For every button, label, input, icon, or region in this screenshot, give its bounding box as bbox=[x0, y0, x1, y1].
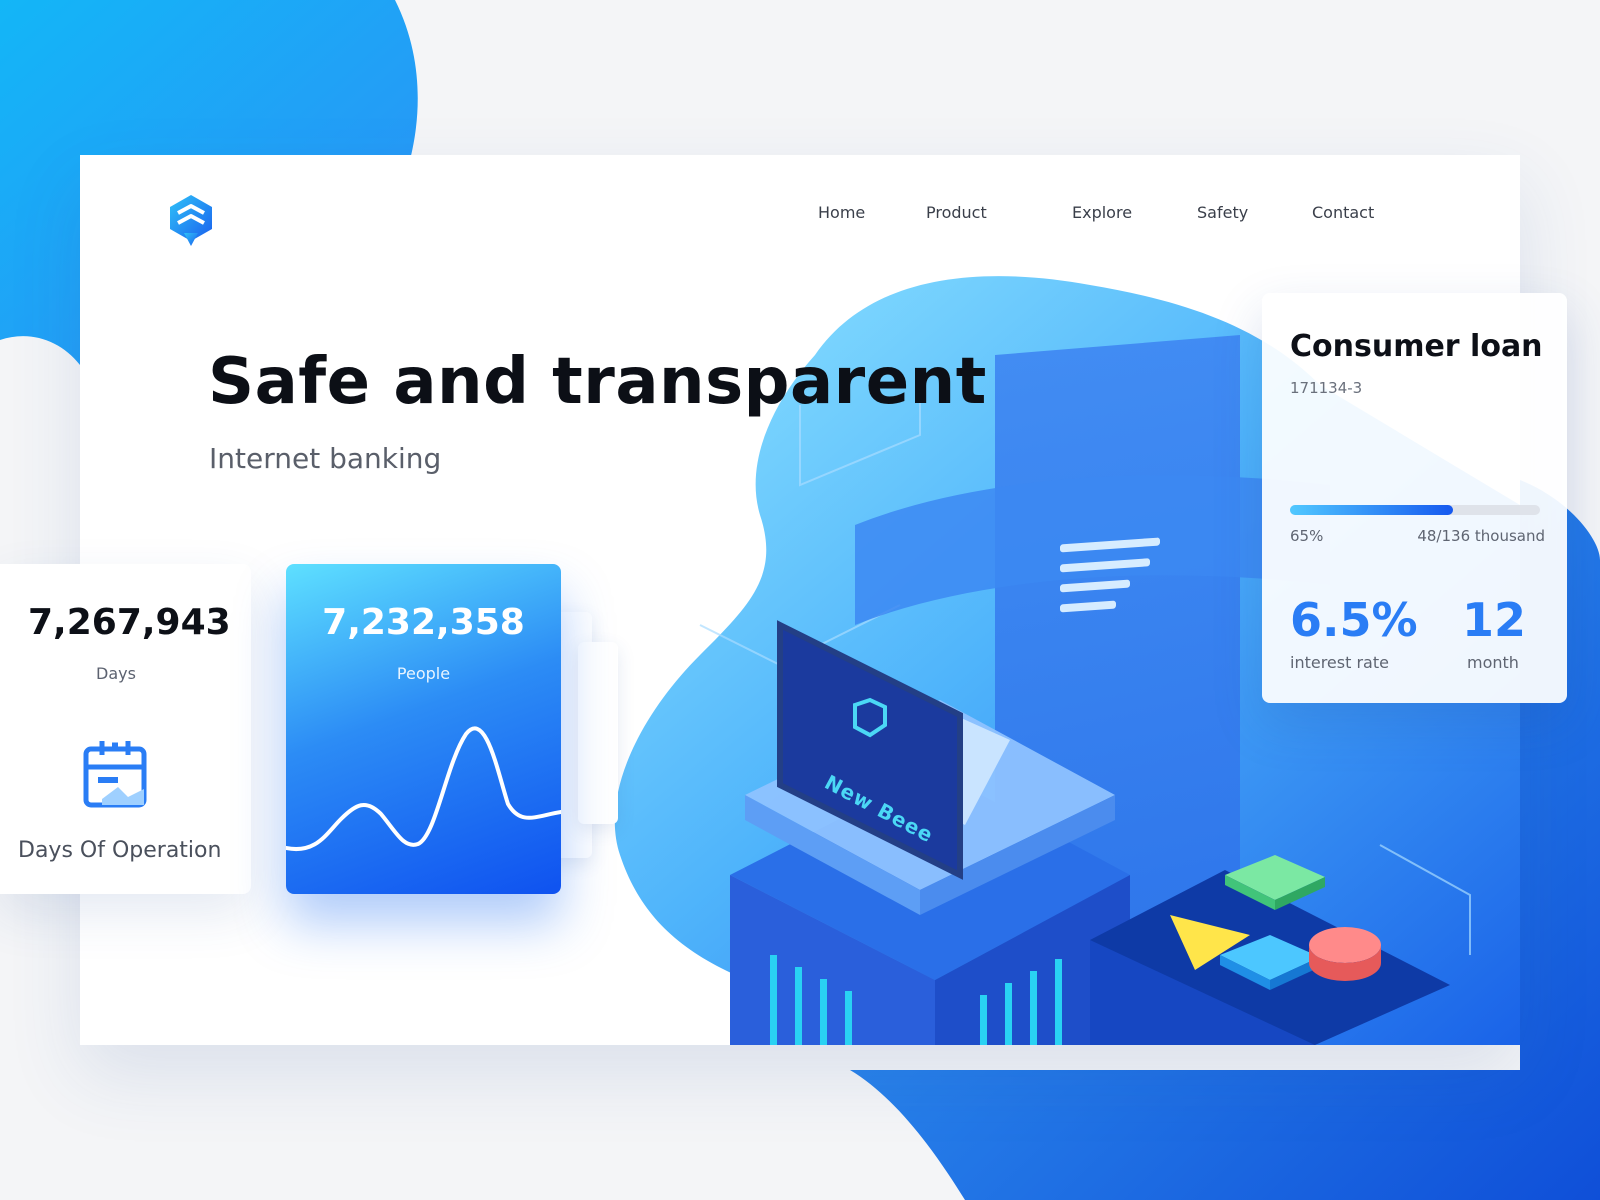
loan-progress-bar bbox=[1290, 505, 1540, 515]
loan-progress-percent: 65% bbox=[1290, 527, 1324, 545]
days-value: 7,267,943 bbox=[28, 602, 231, 643]
nav-contact[interactable]: Contact bbox=[1312, 203, 1374, 222]
nav-safety[interactable]: Safety bbox=[1197, 203, 1248, 222]
shield-logo-icon[interactable] bbox=[166, 193, 216, 249]
consumer-loan-card[interactable]: Consumer loan 171134-3 65% 48/136 thousa… bbox=[1262, 293, 1567, 703]
loan-progress-fill bbox=[1290, 505, 1453, 515]
days-operation-caption: Days Of Operation bbox=[18, 838, 222, 863]
stacked-card-back-2 bbox=[578, 642, 618, 824]
days-label: Days bbox=[96, 664, 136, 683]
people-stat-card: 7,232,358 People bbox=[286, 564, 561, 894]
loan-term-value: 12 bbox=[1462, 593, 1527, 647]
nav-explore[interactable]: Explore bbox=[1072, 203, 1132, 222]
hero-subtitle: Internet banking bbox=[209, 442, 442, 475]
people-trend-line bbox=[286, 726, 561, 852]
loan-id: 171134-3 bbox=[1290, 379, 1363, 397]
loan-term-label: month bbox=[1467, 653, 1519, 672]
loan-title: Consumer loan bbox=[1290, 329, 1543, 364]
nav-home[interactable]: Home bbox=[818, 203, 865, 222]
loan-progress-amount: 48/136 thousand bbox=[1417, 527, 1545, 545]
interest-rate-value: 6.5% bbox=[1290, 593, 1418, 647]
hero-title: Safe and transparent bbox=[208, 345, 987, 419]
interest-rate-label: interest rate bbox=[1290, 653, 1389, 672]
nav-product[interactable]: Product bbox=[926, 203, 987, 222]
days-stat-card: 7,267,943 Days Days Of Operation bbox=[0, 564, 251, 894]
calendar-icon bbox=[83, 741, 147, 808]
